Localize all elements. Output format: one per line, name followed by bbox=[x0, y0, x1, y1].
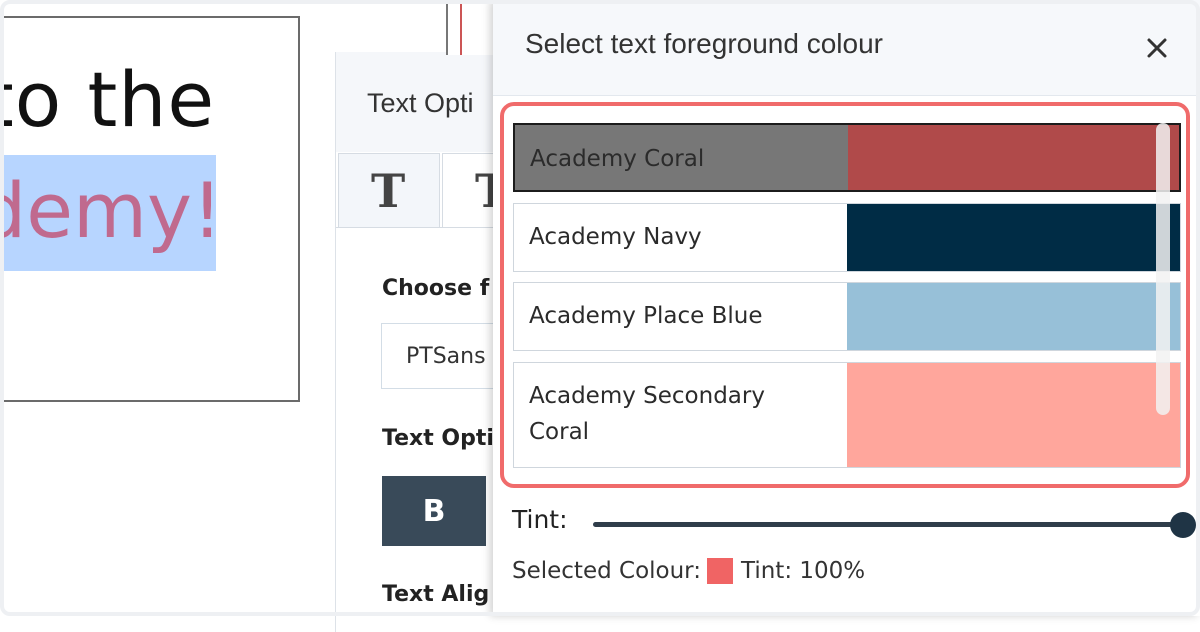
swatch-academy-secondary-coral[interactable]: Academy Secondary Coral bbox=[513, 362, 1181, 468]
swatch-color-chip bbox=[847, 363, 1180, 467]
canvas-text-selection: demy! bbox=[0, 155, 222, 271]
divider-line bbox=[446, 0, 448, 55]
swatch-name: Academy Navy bbox=[529, 224, 702, 250]
toolbar-edge bbox=[446, 0, 496, 55]
tab-text-style[interactable]: T bbox=[338, 153, 440, 227]
tint-slider[interactable] bbox=[593, 512, 1196, 538]
selected-tint-text: Tint: 100% bbox=[741, 558, 866, 584]
choose-font-label: Choose f bbox=[382, 276, 490, 301]
swatch-name: Academy Coral bbox=[530, 146, 705, 172]
swatch-name: Academy Place Blue bbox=[529, 303, 763, 329]
bold-button[interactable]: B bbox=[382, 476, 486, 546]
canvas-text-line-2: demy! bbox=[0, 166, 223, 255]
swatch-academy-place-blue[interactable]: Academy Place Blue bbox=[513, 282, 1181, 351]
selected-colour-swatch bbox=[707, 558, 733, 584]
swatch-academy-coral[interactable]: Academy Coral bbox=[513, 123, 1181, 192]
swatch-color-chip bbox=[848, 125, 1179, 190]
swatch-name: Academy Secondary Coral bbox=[529, 383, 765, 445]
close-button[interactable] bbox=[1139, 30, 1175, 66]
accent-line bbox=[460, 0, 462, 55]
font-select-value: PTSans bbox=[406, 344, 486, 369]
tint-label: Tint: bbox=[512, 505, 568, 534]
tint-slider-track[interactable] bbox=[593, 522, 1183, 527]
dialog-header: Select text foreground colour bbox=[493, 0, 1200, 96]
selected-colour-label: Selected Colour: bbox=[512, 558, 701, 584]
selected-colour-summary: Selected Colour: Tint: 100% bbox=[512, 555, 865, 587]
text-style-icon: T bbox=[371, 164, 406, 218]
text-options-title: Text Opti bbox=[367, 88, 474, 118]
swatch-color-chip bbox=[847, 283, 1180, 350]
text-align-label: Text Alig bbox=[382, 582, 490, 607]
canvas-text-box[interactable]: to the demy! bbox=[0, 16, 300, 402]
text-options-label: Text Opti bbox=[382, 426, 494, 451]
swatch-academy-navy[interactable]: Academy Navy bbox=[513, 203, 1181, 272]
tint-slider-thumb[interactable] bbox=[1170, 512, 1196, 538]
colour-swatch-list[interactable]: Academy Coral Academy Navy Academy Place… bbox=[513, 123, 1181, 468]
dialog-title: Select text foreground colour bbox=[525, 28, 883, 59]
swatch-color-chip bbox=[847, 204, 1180, 271]
colour-picker-dialog: Select text foreground colour Academy Co… bbox=[493, 0, 1200, 616]
close-icon bbox=[1147, 38, 1167, 58]
canvas-text-line-1: to the bbox=[0, 55, 216, 144]
swatch-list-scrollbar[interactable] bbox=[1156, 123, 1170, 415]
